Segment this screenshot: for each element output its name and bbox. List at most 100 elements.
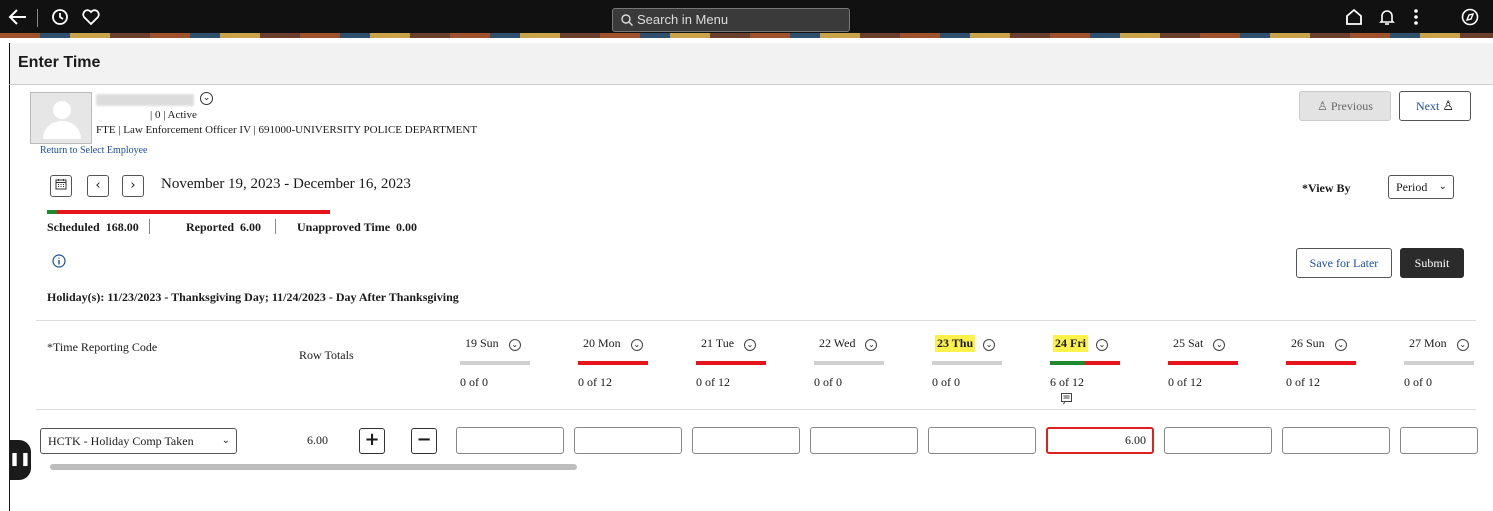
day-hours-count: 0 of 12 xyxy=(1286,375,1320,389)
day-progress-bar xyxy=(1168,361,1238,365)
day-header: 25 Sat ⌄ xyxy=(1171,335,1226,352)
page-header: Enter Time xyxy=(9,43,1493,85)
day-progress-bar xyxy=(696,361,766,365)
view-by-select[interactable]: Period ⌄ xyxy=(1388,175,1454,199)
avatar xyxy=(30,92,92,144)
time-entry-input[interactable] xyxy=(928,427,1036,454)
side-panel-handle[interactable]: ❚❚ xyxy=(9,440,31,480)
employee-details-chevron-icon[interactable]: ⌄ xyxy=(200,92,213,105)
day-chevron-icon[interactable]: ⌄ xyxy=(1456,339,1469,351)
day-progress-bar xyxy=(1050,361,1120,365)
reported-portion xyxy=(47,210,57,214)
day-chevron-icon[interactable]: ⌄ xyxy=(744,339,757,351)
more-vertical-icon[interactable] xyxy=(1412,8,1420,30)
chevron-down-icon: ⌄ xyxy=(221,435,230,446)
search-placeholder: Search in Menu xyxy=(637,12,729,27)
day-chevron-icon[interactable]: ⌄ xyxy=(865,339,878,351)
history-icon[interactable] xyxy=(51,8,69,30)
day-header: 23 Thu ⌄ xyxy=(935,335,996,352)
day-hours-count: 0 of 0 xyxy=(932,375,960,389)
favorites-icon[interactable] xyxy=(81,8,101,30)
notifications-icon[interactable] xyxy=(1378,8,1396,30)
day-header: 21 Tue ⌄ xyxy=(699,335,757,352)
day-hours-count: 0 of 12 xyxy=(696,375,730,389)
previous-employee-button[interactable]: ♙ Previous xyxy=(1299,91,1391,121)
time-entry-input[interactable] xyxy=(810,427,918,454)
day-hours-count: 0 of 12 xyxy=(578,375,612,389)
navigator-icon[interactable] xyxy=(1461,8,1479,30)
trc-value: HCTK - Holiday Comp Taken xyxy=(48,434,194,448)
person-icon: ♙ xyxy=(1442,99,1454,114)
home-icon[interactable] xyxy=(1345,8,1363,30)
info-icon[interactable] xyxy=(52,254,66,273)
view-by-value: Period xyxy=(1396,180,1428,194)
view-by-label: *View By xyxy=(1302,181,1351,195)
calendar-icon[interactable] xyxy=(50,175,72,197)
day-header: 27 Mon ⌄ xyxy=(1407,335,1469,352)
day-label: 19 Sun xyxy=(465,336,499,350)
next-label: Next xyxy=(1416,99,1440,113)
day-label: 24 Fri xyxy=(1053,335,1088,352)
remove-row-button[interactable]: − xyxy=(411,428,437,454)
day-chevron-icon[interactable]: ⌄ xyxy=(630,339,643,351)
back-arrow-icon[interactable] xyxy=(8,8,28,30)
day-label: 21 Tue xyxy=(701,336,735,350)
day-hours-count: 6 of 12 xyxy=(1050,375,1084,389)
search-icon xyxy=(621,14,633,26)
search-input[interactable]: Search in Menu xyxy=(612,8,850,32)
employee-name-redacted xyxy=(96,94,194,106)
next-employee-button[interactable]: Next ♙ xyxy=(1399,91,1471,121)
chevron-down-icon: ⌄ xyxy=(1438,181,1447,192)
avatar-head xyxy=(53,101,71,119)
day-label: 26 Sun xyxy=(1291,336,1325,350)
day-chevron-icon[interactable]: ⌄ xyxy=(1096,339,1108,351)
add-row-button[interactable]: + xyxy=(359,428,385,454)
scheduled-value: 168.00 xyxy=(105,220,139,234)
trc-select[interactable]: HCTK - Holiday Comp Taken ⌄ xyxy=(40,428,237,454)
pause-icon: ❚❚ xyxy=(9,452,31,467)
day-header: 22 Wed ⌄ xyxy=(817,335,878,352)
time-entry-input[interactable] xyxy=(574,427,682,454)
remaining-portion xyxy=(57,210,330,214)
day-header: 19 Sun ⌄ xyxy=(463,335,521,352)
previous-period-button[interactable]: ‹ xyxy=(87,175,109,197)
day-chevron-icon[interactable]: ⌄ xyxy=(1334,339,1347,351)
day-progress-bar xyxy=(932,361,1002,365)
day-label: 22 Wed xyxy=(819,336,856,350)
return-to-select-employee-link[interactable]: Return to Select Employee xyxy=(40,145,147,156)
next-period-button[interactable]: › xyxy=(122,175,144,197)
unapproved-label: Unapproved Time xyxy=(297,220,391,234)
day-label: 25 Sat xyxy=(1173,336,1204,350)
day-hours-count: 0 of 0 xyxy=(1404,375,1432,389)
save-for-later-button[interactable]: Save for Later xyxy=(1296,248,1392,278)
row-totals-header: Row Totals xyxy=(299,348,354,362)
scheduled-label: Scheduled xyxy=(47,220,100,234)
time-entry-input[interactable] xyxy=(1282,427,1390,454)
unapproved-value: 0.00 xyxy=(396,220,418,234)
day-progress-bar xyxy=(460,361,530,365)
day-label: 20 Mon xyxy=(583,336,621,350)
employee-status: | 0 | Active xyxy=(150,109,197,121)
day-chevron-icon[interactable]: ⌄ xyxy=(1213,339,1226,351)
reported-stat: Reported 6.00 xyxy=(186,220,261,235)
scheduled-stat: Scheduled 168.00 xyxy=(47,220,139,235)
grid-row-divider xyxy=(36,409,1476,410)
page-title: Enter Time xyxy=(18,54,101,71)
employee-job-info: FTE | Law Enforcement Officer IV | 69100… xyxy=(96,124,478,136)
time-entry-input[interactable] xyxy=(456,427,564,454)
comment-icon[interactable] xyxy=(1060,392,1073,410)
day-chevron-icon[interactable]: ⌄ xyxy=(508,339,521,351)
horizontal-scrollbar[interactable] xyxy=(50,464,577,470)
time-entry-input[interactable] xyxy=(692,427,800,454)
trc-column-header: *Time Reporting Code xyxy=(47,340,158,354)
time-entry-input[interactable] xyxy=(1400,427,1478,454)
day-hours-count: 0 of 0 xyxy=(460,375,488,389)
submit-button[interactable]: Submit xyxy=(1400,248,1464,278)
day-progress-bar xyxy=(814,361,884,365)
day-header: 20 Mon ⌄ xyxy=(581,335,643,352)
time-entry-input[interactable]: 6.00 xyxy=(1046,427,1154,454)
reported-value: 6.00 xyxy=(240,220,261,234)
time-entry-input[interactable] xyxy=(1164,427,1272,454)
day-progress-bar xyxy=(1286,361,1356,365)
day-chevron-icon[interactable]: ⌄ xyxy=(983,339,996,351)
